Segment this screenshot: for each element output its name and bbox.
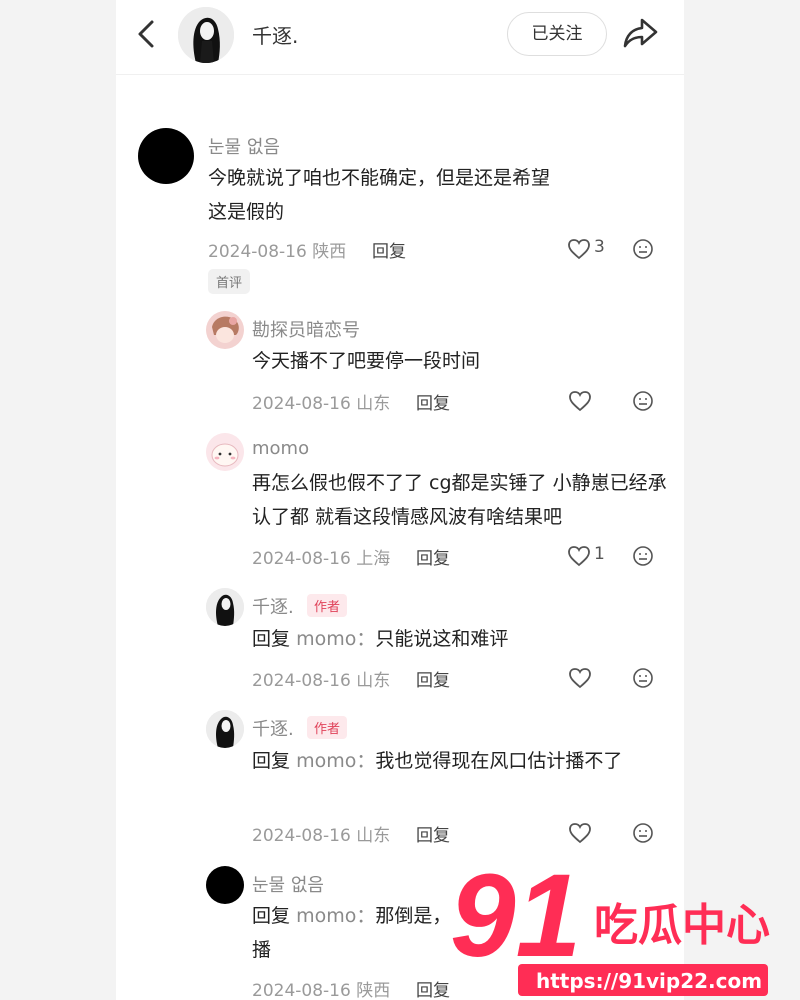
commenter-name[interactable]: 눈물 없음 [252,871,324,897]
reply-body: 我也觉得现在风口估计播不了 [375,750,623,772]
commenter-avatar[interactable] [206,866,244,904]
comment-date: 2024-08-16 [252,549,351,569]
commenter-avatar[interactable] [206,710,244,748]
header-username: 千逐. [252,24,299,48]
comment-screen: 千逐. 已关注 눈물 없음 今晚就说了咱也不能确定，但是还是希望这是假的 202… [116,0,684,1000]
reply-button[interactable]: 回复 [416,389,450,414]
commenter-avatar[interactable] [206,433,244,471]
comment-text: 今天播不了吧要停一段时间 [252,350,481,372]
comment-date: 2024-08-16 [208,242,307,262]
reply-body: 只能说这和难评 [375,628,509,650]
commenter-name[interactable]: 千逐. [252,593,294,619]
reply-body: 那倒是， [375,905,452,927]
reply-button[interactable]: 回复 [372,237,406,262]
author-tag: 作者 [307,594,348,617]
share-icon[interactable] [622,16,660,50]
emoji-reaction-icon[interactable] [632,545,654,567]
watermark-brand: 吃瓜中心 [594,900,770,951]
like-count: 1 [594,544,605,564]
comment-meta: 2024-08-16 陕西 [252,976,390,1000]
commenter-avatar[interactable] [138,128,194,184]
commenter-name[interactable]: 勘探员暗恋号 [252,316,360,342]
author-avatar[interactable] [178,7,234,63]
comment-meta: 2024-08-16 山东 [252,389,390,414]
comment-text: 今晚就说了咱也不能确定，但是还是希望这是假的 [208,167,551,223]
reply-prefix: 回复 [252,628,291,650]
author-tag: 作者 [307,716,348,739]
heart-icon[interactable] [567,238,591,260]
emoji-reaction-icon[interactable] [632,238,654,260]
reply-target[interactable]: momo： [296,750,375,772]
comment-meta: 2024-08-16 上海 [252,544,390,569]
reply-button[interactable]: 回复 [416,544,450,569]
reply-prefix: 回复 [252,750,291,772]
reply-button[interactable]: 回复 [416,666,450,691]
reply-target[interactable]: momo： [296,628,375,650]
heart-icon[interactable] [568,390,592,412]
comment-location: 山东 [356,826,391,846]
back-arrow-icon[interactable] [134,19,158,49]
heart-icon[interactable] [568,822,592,844]
like-count: 3 [594,237,605,257]
commenter-avatar[interactable] [206,588,244,626]
comment-meta: 2024-08-16 山东 [252,821,390,846]
comment-location: 陕西 [312,242,347,262]
emoji-reaction-icon[interactable] [632,667,654,689]
watermark-logo: 91 吃瓜中心 https://91vip22.com [450,852,770,996]
heart-icon[interactable] [568,667,592,689]
comment-location: 上海 [356,549,391,569]
comment-location: 陕西 [356,981,391,1000]
following-button[interactable]: 已关注 [507,12,607,56]
reply-button[interactable]: 回复 [416,821,450,846]
comment-date: 2024-08-16 [252,981,351,1000]
watermark-number: 91 [450,852,581,982]
first-comment-badge: 首评 [208,269,251,294]
comment-date: 2024-08-16 [252,671,351,691]
emoji-reaction-icon[interactable] [632,390,654,412]
comment-location: 山东 [356,671,391,691]
comment-text: 回复 momo：我也觉得现在风口估计播不了 [252,744,652,778]
comment-date: 2024-08-16 [252,826,351,846]
comment-meta: 2024-08-16 陕西 [208,237,346,262]
comment-date: 2024-08-16 [252,394,351,414]
watermark-url: https://91vip22.com [536,969,762,993]
commenter-name[interactable]: 눈물 없음 [208,133,280,159]
reply-prefix: 回复 [252,905,291,927]
heart-icon[interactable] [567,545,591,567]
commenter-avatar[interactable] [206,311,244,349]
comment-location: 山东 [356,394,391,414]
commenter-name[interactable]: 千逐. [252,715,294,741]
comment-text: 再怎么假也假不了了 cg都是实锤了 小静崽已经承认了都 就看这段情感风波有啥结果… [252,472,667,528]
top-bar: 千逐. 已关注 [116,0,684,75]
comment-text: 回复 momo：只能说这和难评 [252,622,670,656]
emoji-reaction-icon[interactable] [632,822,654,844]
comment-text-continued: 播 [252,939,272,961]
commenter-name[interactable]: momo [252,438,309,459]
reply-target[interactable]: momo： [296,905,375,927]
comment-meta: 2024-08-16 山东 [252,666,390,691]
